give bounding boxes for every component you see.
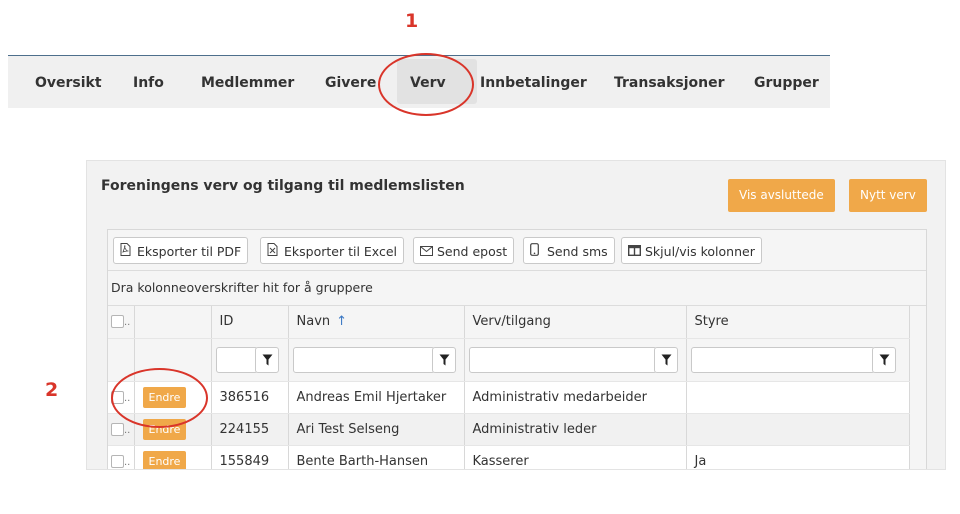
filter-cell-id	[211, 338, 289, 382]
filter-row	[108, 338, 910, 382]
table-header-row: .. ID Navn ↑ Verv/tilgang Styre	[108, 306, 910, 339]
navn-filter-input[interactable]	[292, 346, 435, 373]
filter-cell-empty	[108, 338, 135, 382]
edit-button[interactable]: Endre	[142, 386, 187, 408]
envelope-icon	[420, 239, 434, 266]
roles-grid: Eksporter til PDF Eksporter til Excel Se…	[107, 229, 927, 469]
row-edit-cell: Endre	[134, 381, 212, 414]
navn-filter-button[interactable]	[431, 346, 456, 373]
select-all-cell: ..	[108, 306, 135, 339]
nav-tab-grupper[interactable]: Grupper	[754, 56, 819, 108]
styre-filter-input[interactable]	[690, 346, 875, 373]
edit-column-header	[134, 306, 212, 339]
annotation-marker-2: 2	[45, 379, 59, 401]
truncation-ellipsis: ..	[124, 392, 131, 404]
mobile-phone-icon	[530, 239, 544, 266]
filter-funnel-icon	[439, 354, 449, 365]
excel-file-icon	[267, 239, 281, 266]
cell-verv: Kasserer	[464, 445, 687, 469]
cell-id: 386516	[211, 381, 289, 414]
toolbar-divider	[108, 270, 926, 271]
verv-filter-button[interactable]	[653, 346, 678, 373]
export-pdf-label: Eksporter til PDF	[137, 244, 242, 259]
nav-tab-transaksjoner[interactable]: Transaksjoner	[614, 56, 725, 108]
select-all-checkbox[interactable]	[111, 315, 124, 329]
send-email-label: Send epost	[437, 244, 508, 259]
show-ended-button[interactable]: Vis avsluttede	[728, 179, 835, 212]
truncation-ellipsis: ..	[124, 456, 131, 468]
cell-navn: Andreas Emil Hjertaker	[288, 381, 465, 414]
row-select-cell: ..	[108, 413, 135, 446]
export-excel-button[interactable]: Eksporter til Excel	[260, 237, 405, 266]
filter-funnel-icon	[879, 354, 889, 365]
column-header-styre[interactable]: Styre	[686, 306, 910, 339]
nav-tab-info[interactable]: Info	[133, 56, 164, 108]
verv-panel: Foreningens verv og tilgang til medlemsl…	[86, 160, 946, 470]
top-navigation: Oversikt Info Medlemmer Givere Verv Innb…	[8, 55, 830, 108]
cell-styre	[686, 381, 910, 414]
truncation-ellipsis: ..	[124, 424, 131, 436]
pdf-file-icon	[120, 239, 134, 266]
cell-verv: Administrativ leder	[464, 413, 687, 446]
toggle-columns-label: Skjul/vis kolonner	[645, 244, 755, 259]
filter-cell-styre	[686, 338, 910, 382]
nav-tab-oversikt[interactable]: Oversikt	[35, 56, 102, 108]
cell-navn: Ari Test Selseng	[288, 413, 465, 446]
row-checkbox[interactable]	[111, 422, 124, 436]
edit-button[interactable]: Endre	[142, 450, 187, 469]
group-drop-hint: Dra kolonneoverskrifter hit for å gruppe…	[111, 280, 373, 295]
row-edit-cell: Endre	[134, 413, 212, 446]
toggle-columns-button[interactable]: Skjul/vis kolonner	[621, 237, 762, 264]
table-row: .. Endre 155849 Bente Barth-Hansen Kasse…	[108, 445, 910, 469]
row-select-cell: ..	[108, 445, 135, 469]
cell-navn: Bente Barth-Hansen	[288, 445, 465, 469]
edit-button[interactable]: Endre	[142, 418, 187, 440]
filter-cell-verv	[464, 338, 687, 382]
id-filter-button[interactable]	[254, 346, 279, 373]
styre-filter-button[interactable]	[871, 346, 896, 373]
filter-cell-empty	[134, 338, 212, 382]
panel-title: Foreningens verv og tilgang til medlemsl…	[101, 178, 465, 194]
nav-tab-givere[interactable]: Givere	[325, 56, 376, 108]
id-filter-input[interactable]	[215, 346, 258, 373]
row-checkbox[interactable]	[111, 454, 124, 468]
row-checkbox[interactable]	[111, 390, 124, 404]
verv-filter-input[interactable]	[468, 346, 657, 373]
table-row: .. Endre 386516 Andreas Emil Hjertaker A…	[108, 381, 910, 414]
annotation-marker-1: 1	[405, 10, 419, 32]
send-email-button[interactable]: Send epost	[413, 237, 515, 266]
column-header-navn-label: Navn	[296, 314, 331, 330]
filter-cell-navn	[288, 338, 465, 382]
column-header-verv[interactable]: Verv/tilgang	[464, 306, 687, 339]
send-sms-label: Send sms	[547, 244, 608, 259]
nav-tab-verv[interactable]: Verv	[410, 56, 446, 108]
columns-icon	[627, 239, 642, 266]
truncation-ellipsis: ..	[124, 317, 131, 329]
row-edit-cell: Endre	[134, 445, 212, 469]
filter-funnel-icon	[262, 354, 272, 365]
nav-tab-innbetalinger[interactable]: Innbetalinger	[480, 56, 587, 108]
cell-styre	[686, 413, 910, 446]
send-sms-button[interactable]: Send sms	[523, 237, 615, 264]
table-row: .. Endre 224155 Ari Test Selseng Adminis…	[108, 413, 910, 446]
roles-table: .. ID Navn ↑ Verv/tilgang Styre .. Endre…	[108, 306, 910, 469]
export-excel-label: Eksporter til Excel	[284, 244, 398, 259]
row-select-cell: ..	[108, 381, 135, 414]
filter-funnel-icon	[661, 354, 671, 365]
nav-tab-medlemmer[interactable]: Medlemmer	[201, 56, 294, 108]
cell-styre: Ja	[686, 445, 910, 469]
cell-verv: Administrativ medarbeider	[464, 381, 687, 414]
sort-ascending-icon: ↑	[336, 314, 348, 330]
column-header-navn[interactable]: Navn ↑	[288, 306, 465, 339]
cell-id: 155849	[211, 445, 289, 469]
new-role-button[interactable]: Nytt verv	[849, 179, 927, 212]
column-header-id[interactable]: ID	[211, 306, 289, 339]
export-pdf-button[interactable]: Eksporter til PDF	[113, 237, 249, 266]
cell-id: 224155	[211, 413, 289, 446]
